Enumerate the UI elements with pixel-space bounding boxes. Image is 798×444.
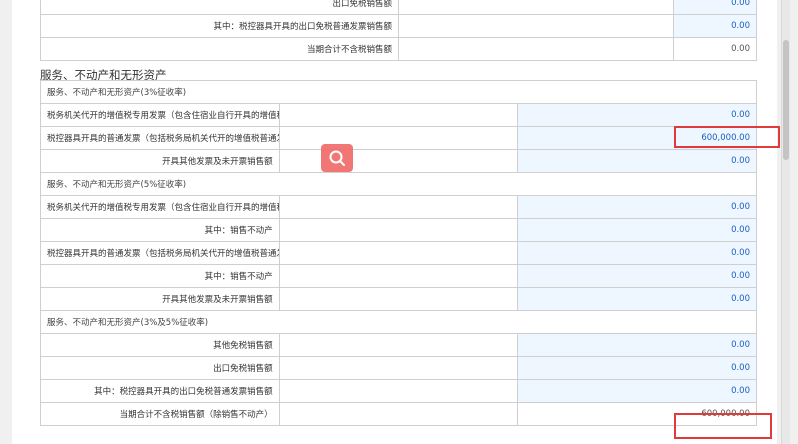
form-sheet: 出口免税销售额 0.00 其中：税控器具开具的出口免税普通发票销售额 0.00 …	[12, 0, 780, 444]
row-spacer	[278, 195, 519, 219]
amount-input[interactable]: 0.00	[517, 218, 757, 242]
row-spacer	[278, 149, 519, 173]
table-row: 出口免税销售额 0.00	[40, 356, 757, 380]
highlight-box	[674, 413, 772, 439]
search-icon	[329, 150, 345, 166]
row-spacer	[398, 37, 674, 61]
row-label: 其中：销售不动产	[40, 218, 280, 242]
row-spacer	[278, 333, 519, 357]
row-label: 开具其他发票及未开票销售额	[40, 287, 280, 311]
table-row: 税控器具开具的普通发票（包括税务局机关代开的增值税普通发票）不含税销售额 0.0…	[40, 241, 757, 265]
row-label: 税控器具开具的普通发票（包括税务局机关代开的增值税普通发票）不含税销售额	[40, 126, 280, 150]
table-row: 其中：税控器具开具的出口免税普通发票销售额 0.00	[40, 379, 757, 403]
table-row: 税务机关代开的增值税专用发票（包含住宿业自行开具的增值税专用发票）不含税销售额 …	[40, 195, 757, 219]
row-spacer	[278, 379, 519, 403]
top-table: 出口免税销售额 0.00 其中：税控器具开具的出口免税普通发票销售额 0.00 …	[40, 0, 757, 61]
row-label: 其中：销售不动产	[40, 264, 280, 288]
scrollbar-thumb[interactable]	[783, 40, 789, 160]
row-spacer	[278, 356, 519, 380]
row-spacer	[278, 103, 519, 127]
row-label: 当期合计不含税销售额	[40, 37, 399, 61]
table-row: 其中：销售不动产 0.00	[40, 264, 757, 288]
amount-input[interactable]: 0.00	[517, 287, 757, 311]
row-spacer	[398, 0, 674, 15]
row-spacer	[278, 218, 519, 242]
table-row: 当期合计不含税销售额 0.00	[40, 37, 757, 61]
amount-input[interactable]: 0.00	[673, 14, 757, 38]
page: 出口免税销售额 0.00 其中：税控器具开具的出口免税普通发票销售额 0.00 …	[0, 0, 790, 444]
row-label: 税务机关代开的增值税专用发票（包含住宿业自行开具的增值税专用发票）不含税销售额	[40, 103, 280, 127]
table-row: 税务机关代开的增值税专用发票（包含住宿业自行开具的增值税专用发票）不含税销售额 …	[40, 103, 757, 127]
row-spacer	[278, 126, 519, 150]
table-row: 其中：税控器具开具的出口免税普通发票销售额 0.00	[40, 14, 757, 38]
row-label: 出口免税销售额	[40, 0, 399, 15]
row-spacer	[278, 287, 519, 311]
section-header: 服务、不动产和无形资产(5%征收率)	[40, 172, 757, 196]
services-table: 服务、不动产和无形资产(3%征收率) 税务机关代开的增值税专用发票（包含住宿业自…	[40, 80, 757, 426]
table-row: 开具其他发票及未开票销售额 0.00	[40, 149, 757, 173]
highlight-box	[674, 126, 780, 148]
row-spacer	[278, 402, 519, 426]
amount-input[interactable]: 0.00	[517, 264, 757, 288]
table-row: 当期合计不含税销售额（除销售不动产） 600,000.00	[40, 402, 757, 426]
row-label: 开具其他发票及未开票销售额	[40, 149, 280, 173]
table-row: 开具其他发票及未开票销售额 0.00	[40, 287, 757, 311]
row-label: 税控器具开具的普通发票（包括税务局机关代开的增值税普通发票）不含税销售额	[40, 241, 280, 265]
amount-input[interactable]: 0.00	[517, 149, 757, 173]
table-row: 其他免税销售额 0.00	[40, 333, 757, 357]
table-row-section: 服务、不动产和无形资产(3%征收率)	[40, 80, 757, 104]
scrollbar[interactable]	[781, 0, 790, 444]
amount-input[interactable]: 0.00	[517, 195, 757, 219]
row-spacer	[278, 264, 519, 288]
table-row: 税控器具开具的普通发票（包括税务局机关代开的增值税普通发票）不含税销售额 600…	[40, 126, 757, 150]
amount-input[interactable]: 0.00	[517, 333, 757, 357]
table-row: 其中：销售不动产 0.00	[40, 218, 757, 242]
table-row: 出口免税销售额 0.00	[40, 0, 757, 15]
search-overlay-button[interactable]	[321, 144, 353, 172]
table-row-section: 服务、不动产和无形资产(5%征收率)	[40, 172, 757, 196]
row-label: 其他免税销售额	[40, 333, 280, 357]
amount-input[interactable]: 0.00	[517, 241, 757, 265]
section-header: 服务、不动产和无形资产(3%征收率)	[40, 80, 757, 104]
section-header: 服务、不动产和无形资产(3%及5%征收率)	[40, 310, 757, 334]
row-label: 出口免税销售额	[40, 356, 280, 380]
row-label: 其中：税控器具开具的出口免税普通发票销售额	[40, 14, 399, 38]
row-label: 当期合计不含税销售额（除销售不动产）	[40, 402, 280, 426]
row-label: 其中：税控器具开具的出口免税普通发票销售额	[40, 379, 280, 403]
amount-input[interactable]: 0.00	[517, 356, 757, 380]
total-value: 0.00	[673, 37, 757, 61]
row-label: 税务机关代开的增值税专用发票（包含住宿业自行开具的增值税专用发票）不含税销售额	[40, 195, 280, 219]
row-spacer	[278, 241, 519, 265]
amount-input[interactable]: 0.00	[517, 103, 757, 127]
table-row-section: 服务、不动产和无形资产(3%及5%征收率)	[40, 310, 757, 334]
amount-input[interactable]: 0.00	[673, 0, 757, 15]
amount-input[interactable]: 0.00	[517, 379, 757, 403]
row-spacer	[398, 14, 674, 38]
